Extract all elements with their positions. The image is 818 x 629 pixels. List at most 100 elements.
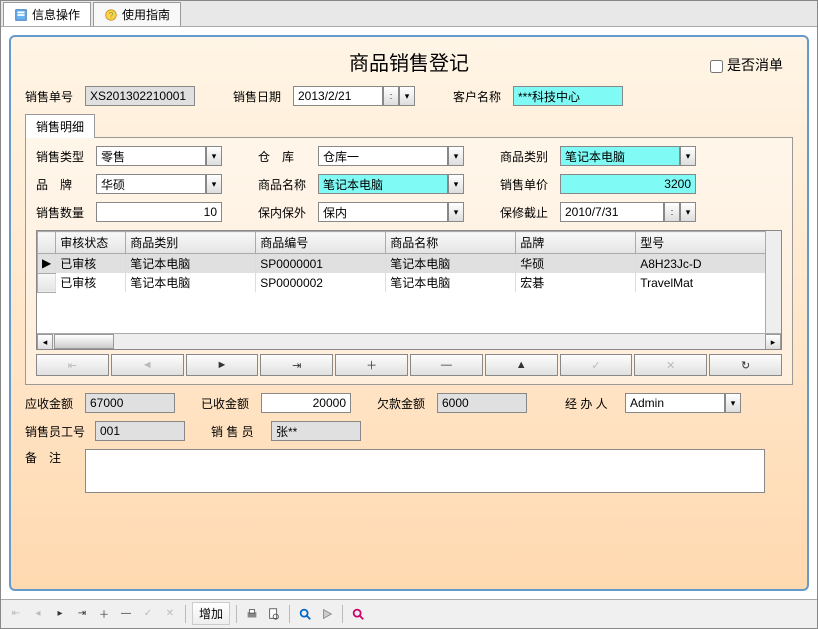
received-field[interactable]	[261, 393, 351, 413]
bb-preview-icon[interactable]	[265, 605, 283, 623]
content-area: 商品销售登记 是否消单 销售单号 销售日期 : ▾ 客户名称 销售明细	[1, 27, 817, 599]
bb-zoom-icon[interactable]	[349, 605, 367, 623]
grid-vscroll[interactable]	[765, 231, 781, 333]
cell-name: 笔记本电脑	[386, 254, 516, 274]
unit-price-field[interactable]	[560, 174, 696, 194]
sale-type-dropdown[interactable]: ▾	[206, 146, 222, 166]
nav-add[interactable]: ＋	[335, 354, 408, 376]
record-nav-bar: ⇤ ◄ ► ⇥ ＋ ― ▲ ✓ ✕ ↻	[36, 354, 782, 376]
cell-brand: 宏碁	[516, 273, 636, 292]
svg-text:?: ?	[109, 10, 114, 20]
main-panel: 商品销售登记 是否消单 销售单号 销售日期 : ▾ 客户名称 销售明细	[9, 35, 809, 591]
nav-cancel[interactable]: ✕	[634, 354, 707, 376]
nav-edit[interactable]: ▲	[485, 354, 558, 376]
tab-info-ops[interactable]: 信息操作	[3, 2, 91, 26]
col-status[interactable]: 审核状态	[56, 232, 126, 254]
bb-play-icon[interactable]	[318, 605, 336, 623]
col-brand[interactable]: 品牌	[516, 232, 636, 254]
warehouse-field[interactable]	[318, 146, 448, 166]
detail-box: 销售类型 ▾ 仓 库 ▾ 商品类别 ▾ 品 牌 ▾ 商品名称 ▾ 销售单价	[25, 137, 793, 385]
nav-last[interactable]: ⇥	[260, 354, 333, 376]
bb-plus[interactable]: ＋	[95, 605, 113, 623]
warehouse-dropdown[interactable]: ▾	[448, 146, 464, 166]
received-label: 已收金额	[201, 395, 257, 412]
bb-add-button[interactable]: 增加	[192, 602, 230, 625]
customer-label: 客户名称	[453, 88, 509, 105]
nav-delete[interactable]: ―	[410, 354, 483, 376]
col-model[interactable]: 型号	[636, 232, 781, 254]
operator-dropdown[interactable]: ▾	[725, 393, 741, 413]
row-indicator: ▶	[38, 254, 56, 274]
bb-check[interactable]: ✓	[139, 605, 157, 623]
customer-field[interactable]	[513, 86, 623, 106]
grid: 审核状态 商品类别 商品编号 商品名称 品牌 型号 ▶已审核笔记本电脑SP000…	[36, 230, 782, 350]
hscroll-right[interactable]: ▸	[765, 334, 781, 350]
nav-prev[interactable]: ◄	[111, 354, 184, 376]
table-row[interactable]: ▶已审核笔记本电脑SP0000001笔记本电脑华硕A8H23Jc-D	[38, 254, 781, 274]
cancel-order-checkbox[interactable]: 是否消单	[710, 55, 783, 75]
nav-post[interactable]: ✓	[560, 354, 633, 376]
bb-first[interactable]: ⇤	[7, 605, 25, 623]
remark-field[interactable]	[85, 449, 765, 493]
tab-info-ops-label: 信息操作	[32, 6, 80, 23]
bb-print-icon[interactable]	[243, 605, 261, 623]
grid-hscroll[interactable]: ◂ ▸	[37, 333, 781, 349]
brand-dropdown[interactable]: ▾	[206, 174, 222, 194]
cell-status: 已审核	[56, 273, 126, 292]
qty-label: 销售数量	[36, 204, 92, 221]
product-name-label: 商品名称	[258, 176, 314, 193]
top-tab-bar: 信息操作 ? 使用指南	[1, 1, 817, 27]
detail-tab[interactable]: 销售明细	[25, 114, 95, 138]
table-row[interactable]: 已审核笔记本电脑SP0000002笔记本电脑宏碁TravelMat	[38, 273, 781, 292]
warranty-end-label: 保修截止	[500, 204, 556, 221]
product-name-field[interactable]	[318, 174, 448, 194]
bb-last[interactable]: ⇥	[73, 605, 91, 623]
receivable-field	[85, 393, 175, 413]
cell-model: A8H23Jc-D	[636, 254, 781, 274]
bb-minus[interactable]: ―	[117, 605, 135, 623]
sale-type-field[interactable]	[96, 146, 206, 166]
date-field[interactable]	[293, 86, 383, 106]
category-dropdown[interactable]: ▾	[680, 146, 696, 166]
hscroll-left[interactable]: ◂	[37, 334, 53, 350]
operator-label: 经 办 人	[565, 395, 621, 412]
operator-field[interactable]	[625, 393, 725, 413]
seller-label: 销 售 员	[211, 423, 267, 440]
order-no-field	[85, 86, 195, 106]
bb-x[interactable]: ✕	[161, 605, 179, 623]
help-icon: ?	[104, 8, 118, 22]
tab-guide[interactable]: ? 使用指南	[93, 2, 181, 26]
cancel-order-input[interactable]	[710, 60, 723, 73]
nav-refresh[interactable]: ↻	[709, 354, 782, 376]
warranty-io-dropdown[interactable]: ▾	[448, 202, 464, 222]
warranty-io-field[interactable]	[318, 202, 448, 222]
date-dropdown[interactable]: ▾	[399, 86, 415, 106]
warranty-io-label: 保内保外	[258, 204, 314, 221]
warranty-end-dropdown[interactable]: ▾	[680, 202, 696, 222]
col-category[interactable]: 商品类别	[126, 232, 256, 254]
cancel-order-label: 是否消单	[727, 57, 783, 73]
date-label: 销售日期	[233, 88, 289, 105]
category-field[interactable]	[560, 146, 680, 166]
bb-next[interactable]: ▸	[51, 605, 69, 623]
warranty-end-field[interactable]	[560, 202, 664, 222]
hscroll-thumb[interactable]	[54, 334, 114, 349]
cell-brand: 华硕	[516, 254, 636, 274]
row-indicator	[38, 273, 56, 292]
brand-field[interactable]	[96, 174, 206, 194]
nav-first[interactable]: ⇤	[36, 354, 109, 376]
nav-next[interactable]: ►	[186, 354, 259, 376]
date-spin[interactable]: :	[383, 86, 399, 106]
cell-model: TravelMat	[636, 273, 781, 292]
product-name-dropdown[interactable]: ▾	[448, 174, 464, 194]
brand-label: 品 牌	[36, 176, 92, 193]
bb-prev[interactable]: ◂	[29, 605, 47, 623]
cell-code: SP0000001	[256, 254, 386, 274]
bottom-toolbar: ⇤ ◂ ▸ ⇥ ＋ ― ✓ ✕ 增加	[1, 599, 817, 627]
warranty-end-spin[interactable]: :	[664, 202, 680, 222]
bb-search-icon[interactable]	[296, 605, 314, 623]
qty-field[interactable]	[96, 202, 222, 222]
col-code[interactable]: 商品编号	[256, 232, 386, 254]
page-title: 商品销售登记	[349, 47, 469, 76]
col-name[interactable]: 商品名称	[386, 232, 516, 254]
